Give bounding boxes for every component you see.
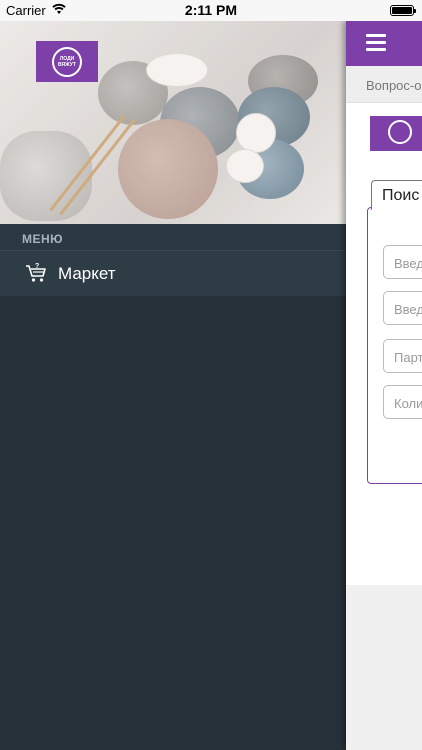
input-field-1[interactable]: Введ [383, 245, 422, 279]
menu-section-title: МЕНЮ [22, 232, 64, 246]
tab-search[interactable]: Поис [371, 180, 422, 210]
hamburger-menu-icon[interactable] [366, 34, 386, 52]
svg-text:?: ? [35, 263, 39, 270]
input-placeholder: Введ [394, 302, 422, 317]
input-placeholder: Коли [394, 396, 422, 411]
input-field-part[interactable]: Парт [383, 339, 422, 373]
status-time: 2:11 PM [184, 2, 238, 18]
brand-logo: ЛОДИ ВЯЖУТ [36, 41, 98, 82]
status-bar: Carrier 2:11 PM [0, 0, 422, 21]
input-placeholder: Введ [394, 256, 422, 271]
main-content: Вопрос-о Поис Введ Введ Парт Коли [346, 21, 422, 750]
bottom-area [346, 585, 422, 750]
drawer-item-market[interactable]: ? Маркет [0, 251, 346, 296]
app-toolbar [346, 21, 422, 66]
drawer-item-label: Маркет [58, 264, 116, 283]
drawer-header-image: ЛОДИ ВЯЖУТ [0, 21, 346, 224]
menu-section-header: МЕНЮ [0, 224, 346, 251]
shopping-cart-icon: ? [26, 263, 46, 282]
battery-icon [390, 5, 416, 16]
content-logo [370, 116, 422, 151]
input-field-quantity[interactable]: Коли [383, 385, 422, 419]
navigation-drawer: ЛОДИ ВЯЖУТ МЕНЮ ? Маркет [0, 21, 346, 750]
input-field-2[interactable]: Введ [383, 291, 422, 325]
input-placeholder: Парт [394, 350, 422, 365]
breadcrumb: Вопрос-о [346, 66, 422, 103]
breadcrumb-text: Вопрос-о [366, 78, 422, 93]
brand-logo-text: ЛОДИ ВЯЖУТ [58, 55, 76, 68]
tab-search-label: Поис [382, 187, 420, 204]
